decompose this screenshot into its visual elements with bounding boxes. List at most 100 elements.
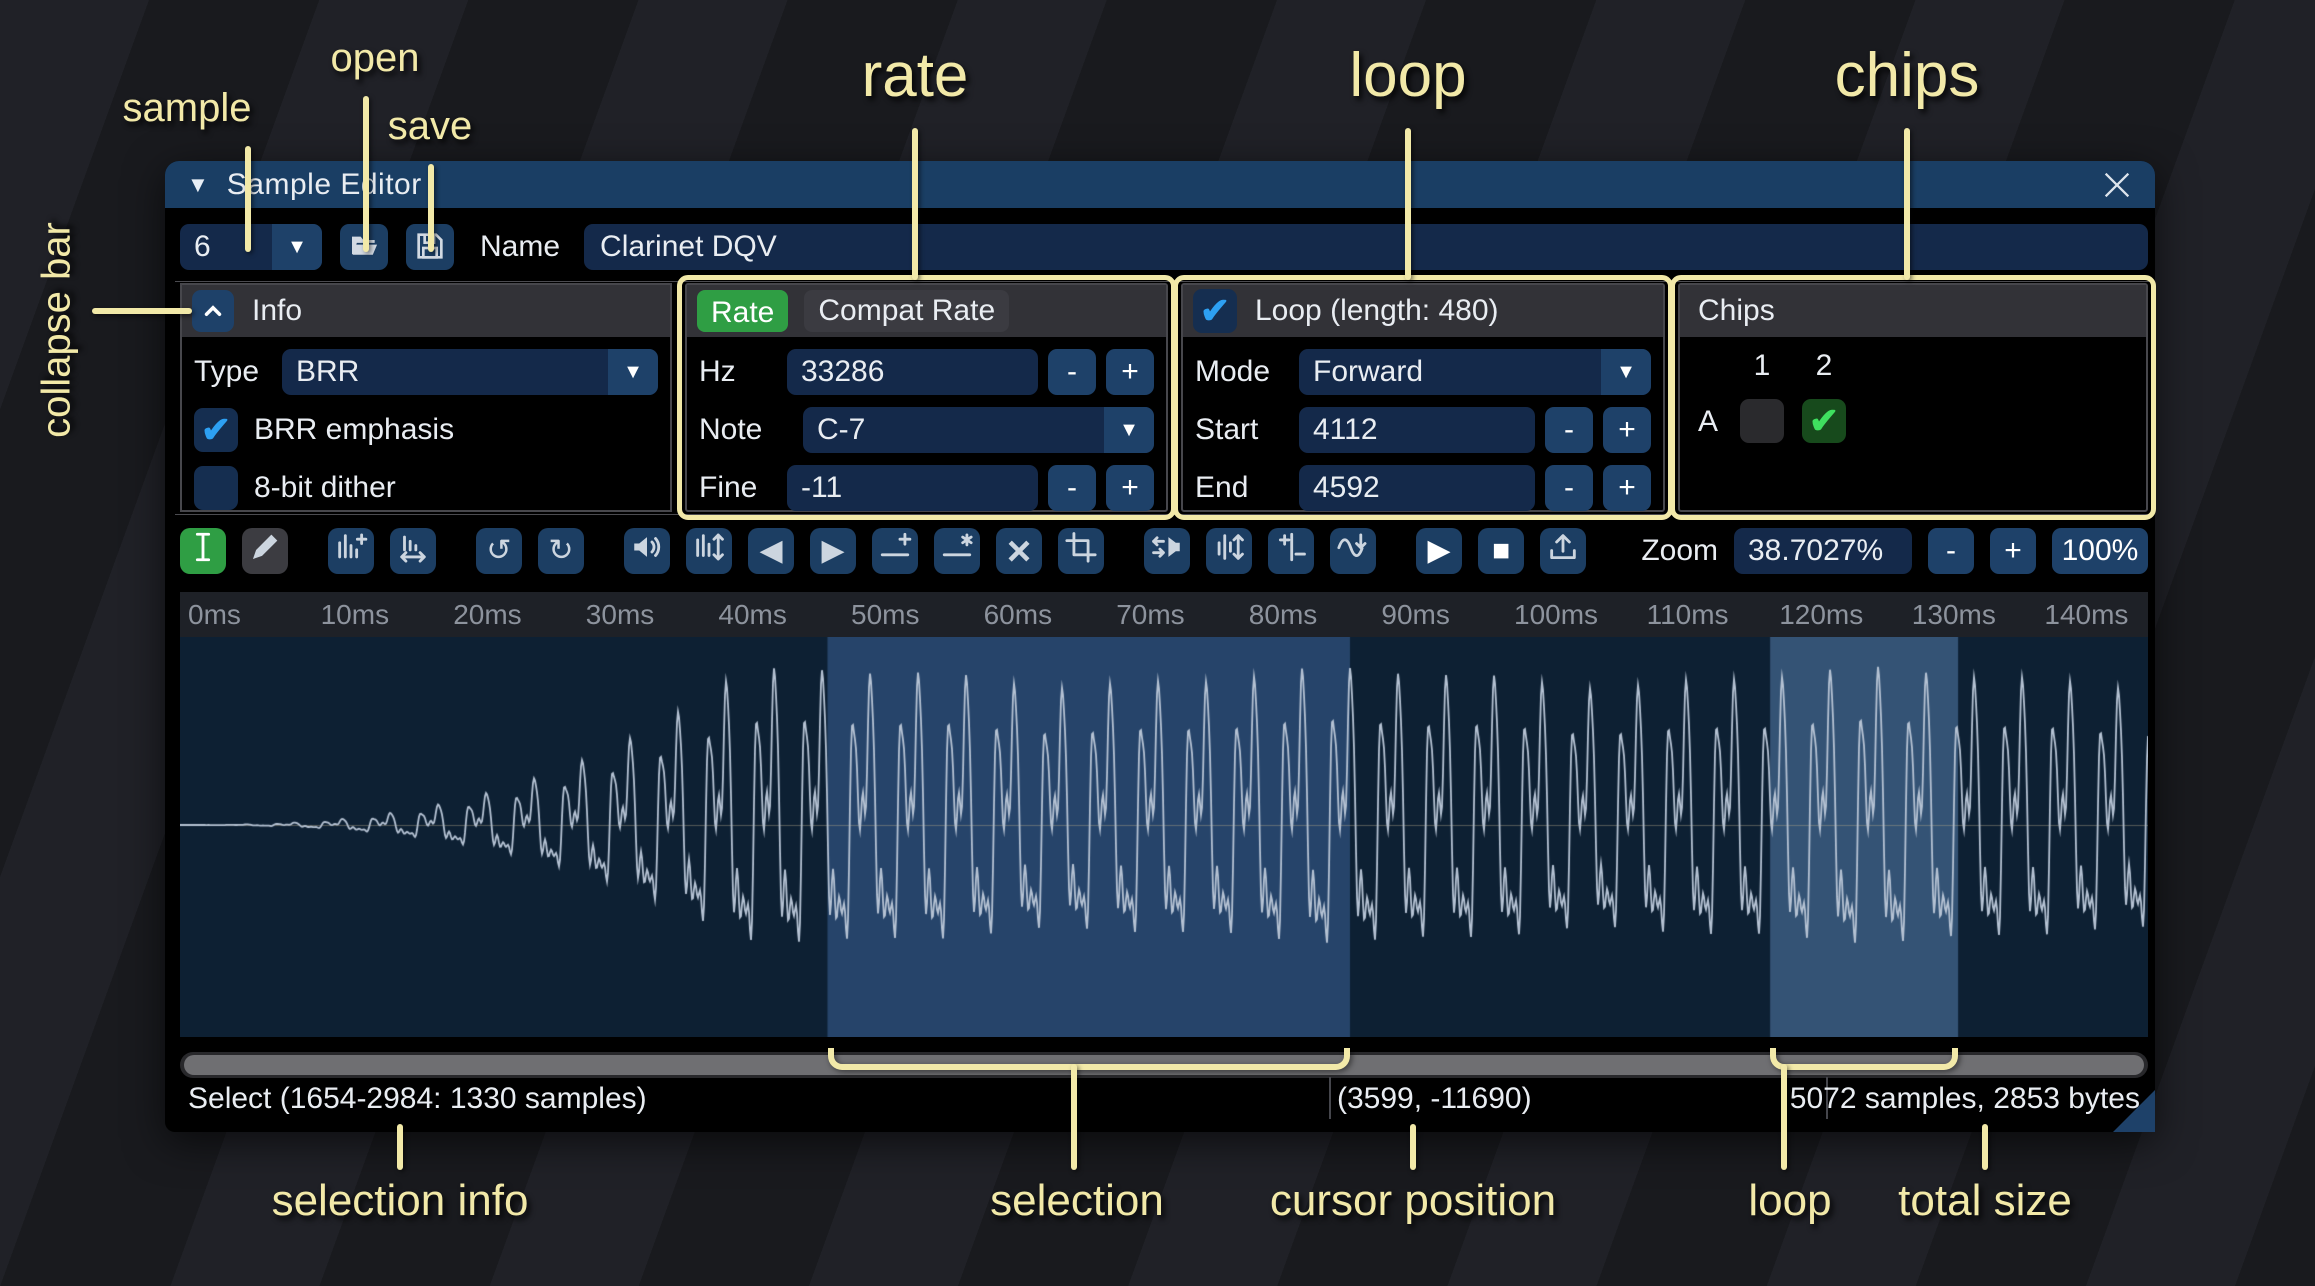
rate-panel: Rate Compat Rate Hz 33286 - + Note C-7 ▼ bbox=[685, 283, 1168, 512]
zoom-in-button[interactable]: + bbox=[1990, 528, 2036, 574]
loop-start-row: Start 4112 - + bbox=[1195, 407, 1651, 453]
window-title: Sample Editor bbox=[227, 168, 422, 202]
chip-checkbox-1[interactable] bbox=[1740, 399, 1784, 443]
resample-icon bbox=[396, 530, 430, 572]
ruler-tick: 40ms bbox=[718, 599, 786, 631]
ruler-tick: 20ms bbox=[453, 599, 521, 631]
normalize-button[interactable] bbox=[686, 528, 732, 574]
annotation-line-loop-bottom bbox=[1781, 1064, 1787, 1170]
stop-button[interactable]: ■ bbox=[1478, 528, 1524, 574]
loop-end-plus-button[interactable]: + bbox=[1603, 465, 1651, 511]
brr-emphasis-label: BRR emphasis bbox=[254, 413, 454, 447]
loop-end-label: End bbox=[1195, 471, 1289, 505]
filter-button[interactable] bbox=[1330, 528, 1376, 574]
close-icon[interactable] bbox=[2097, 167, 2137, 203]
signedness-button[interactable] bbox=[1268, 528, 1314, 574]
annotation-loop-bottom: loop bbox=[1748, 1176, 1831, 1226]
draw-button[interactable] bbox=[242, 528, 288, 574]
loop-enable-checkbox[interactable] bbox=[1193, 289, 1237, 333]
invert-button[interactable] bbox=[1206, 528, 1252, 574]
loop-start-label: Start bbox=[1195, 413, 1289, 447]
window-collapse-icon[interactable]: ▼ bbox=[187, 172, 209, 198]
mode-row: Mode Forward ▼ bbox=[1195, 349, 1651, 395]
resize-button[interactable] bbox=[328, 528, 374, 574]
ruler-tick: 110ms bbox=[1647, 599, 1729, 631]
redo-button[interactable]: ↻ bbox=[538, 528, 584, 574]
chevron-down-icon[interactable]: ▼ bbox=[608, 349, 658, 395]
annotation-open: open bbox=[331, 36, 420, 81]
dither-checkbox[interactable] bbox=[194, 466, 238, 510]
rate-panel-header: Rate Compat Rate bbox=[687, 285, 1166, 337]
select-button[interactable] bbox=[180, 528, 226, 574]
chips-row-label: A bbox=[1698, 405, 1718, 439]
cursor-position-text: (3599, -11690) bbox=[1337, 1073, 1532, 1125]
sample-select[interactable]: 6 ▼ bbox=[180, 224, 322, 270]
fine-plus-button[interactable]: + bbox=[1106, 465, 1154, 511]
annotation-bracket-loop bbox=[1770, 1048, 1958, 1070]
loop-end-input[interactable]: 4592 bbox=[1299, 465, 1535, 511]
resample-button[interactable] bbox=[390, 528, 436, 574]
annotation-line-chips bbox=[1904, 128, 1910, 280]
loop-start-plus-button[interactable]: + bbox=[1603, 407, 1651, 453]
timeline-ruler[interactable]: 0ms10ms20ms30ms40ms50ms60ms70ms80ms90ms1… bbox=[180, 592, 2148, 637]
annotation-line-rate bbox=[912, 128, 918, 280]
undo-button[interactable]: ↺ bbox=[476, 528, 522, 574]
delete-button[interactable]: × bbox=[996, 528, 1042, 574]
fine-label: Fine bbox=[699, 471, 777, 505]
total-size-text: 5072 samples, 2853 bytes bbox=[1790, 1073, 2140, 1125]
ruler-tick: 50ms bbox=[851, 599, 919, 631]
panels-row: Info Type BRR ▼ BRR emphasis 8-bit dithe… bbox=[180, 283, 2148, 512]
hz-input[interactable]: 33286 bbox=[787, 349, 1038, 395]
loop-mode-select[interactable]: Forward ▼ bbox=[1299, 349, 1651, 395]
toolbar-group: ◀ ▶ × bbox=[624, 528, 1104, 574]
fine-input[interactable]: -11 bbox=[787, 465, 1038, 511]
annotation-loop: loop bbox=[1349, 40, 1466, 111]
chip-checkbox-2[interactable] bbox=[1802, 399, 1846, 443]
status-divider bbox=[1329, 1077, 1331, 1119]
loop-end-minus-button[interactable]: - bbox=[1545, 465, 1593, 511]
filter-icon bbox=[1336, 530, 1370, 572]
redo-icon: ↻ bbox=[548, 536, 573, 566]
upload-button[interactable] bbox=[1540, 528, 1586, 574]
chevron-down-icon[interactable]: ▼ bbox=[1104, 407, 1154, 453]
titlebar[interactable]: ▼ Sample Editor bbox=[165, 161, 2155, 208]
brr-emphasis-checkbox[interactable] bbox=[194, 408, 238, 452]
chips-panel: Chips 12A bbox=[1678, 283, 2148, 512]
amplify-icon bbox=[630, 530, 664, 572]
fade-in-button[interactable]: ◀ bbox=[748, 528, 794, 574]
hz-minus-button[interactable]: - bbox=[1048, 349, 1096, 395]
zoom-out-button[interactable]: - bbox=[1928, 528, 1974, 574]
zoom-input[interactable]: 38.7027% bbox=[1734, 528, 1912, 574]
window-resize-grip[interactable] bbox=[2113, 1090, 2155, 1132]
zoom-reset-button[interactable]: 100% bbox=[2052, 528, 2148, 574]
insert-silence-button[interactable] bbox=[872, 528, 918, 574]
silence-button[interactable] bbox=[934, 528, 980, 574]
ruler-tick: 10ms bbox=[321, 599, 389, 631]
fade-out-icon: ▶ bbox=[821, 536, 844, 566]
rate-button[interactable]: Rate bbox=[697, 290, 788, 332]
fine-minus-button[interactable]: - bbox=[1048, 465, 1096, 511]
sample-toolbar: ↺ ↻ ◀ ▶ × ▶ ■ Zoom 38.7027% - + 100% bbox=[180, 528, 2148, 574]
divider bbox=[175, 281, 2149, 282]
sample-name-input[interactable]: Clarinet DQV bbox=[584, 224, 2148, 270]
fade-out-button[interactable]: ▶ bbox=[810, 528, 856, 574]
loop-start-input[interactable]: 4112 bbox=[1299, 407, 1535, 453]
chevron-down-icon[interactable]: ▼ bbox=[1601, 349, 1651, 395]
hz-plus-button[interactable]: + bbox=[1106, 349, 1154, 395]
amplify-button[interactable] bbox=[624, 528, 670, 574]
name-label: Name bbox=[480, 230, 560, 264]
waveform-canvas[interactable] bbox=[180, 637, 2148, 1037]
annotation-line-save bbox=[428, 164, 434, 252]
play-button[interactable]: ▶ bbox=[1416, 528, 1462, 574]
reverse-button[interactable] bbox=[1144, 528, 1190, 574]
note-select[interactable]: C-7 ▼ bbox=[803, 407, 1154, 453]
loop-start-minus-button[interactable]: - bbox=[1545, 407, 1593, 453]
annotation-line-sample bbox=[245, 146, 251, 252]
trim-button[interactable] bbox=[1058, 528, 1104, 574]
chevron-down-icon[interactable]: ▼ bbox=[272, 224, 322, 270]
zoom-controls: Zoom 38.7027% - + 100% bbox=[1641, 528, 2148, 574]
collapse-info-button[interactable] bbox=[192, 290, 234, 332]
chips-panel-title: Chips bbox=[1698, 294, 1775, 328]
type-select[interactable]: BRR ▼ bbox=[282, 349, 658, 395]
compat-rate-button[interactable]: Compat Rate bbox=[804, 290, 1009, 332]
